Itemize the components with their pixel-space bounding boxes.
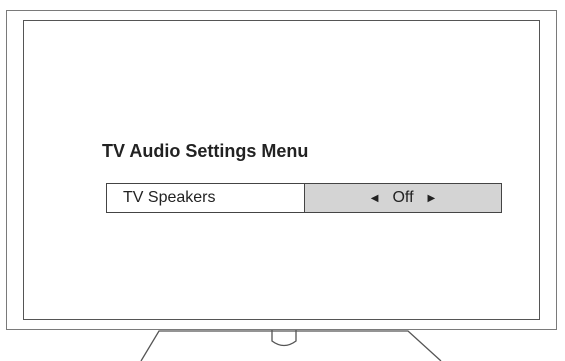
- tv-stand: [140, 330, 442, 361]
- stand-neck: [271, 330, 297, 347]
- stand-base: [140, 330, 442, 361]
